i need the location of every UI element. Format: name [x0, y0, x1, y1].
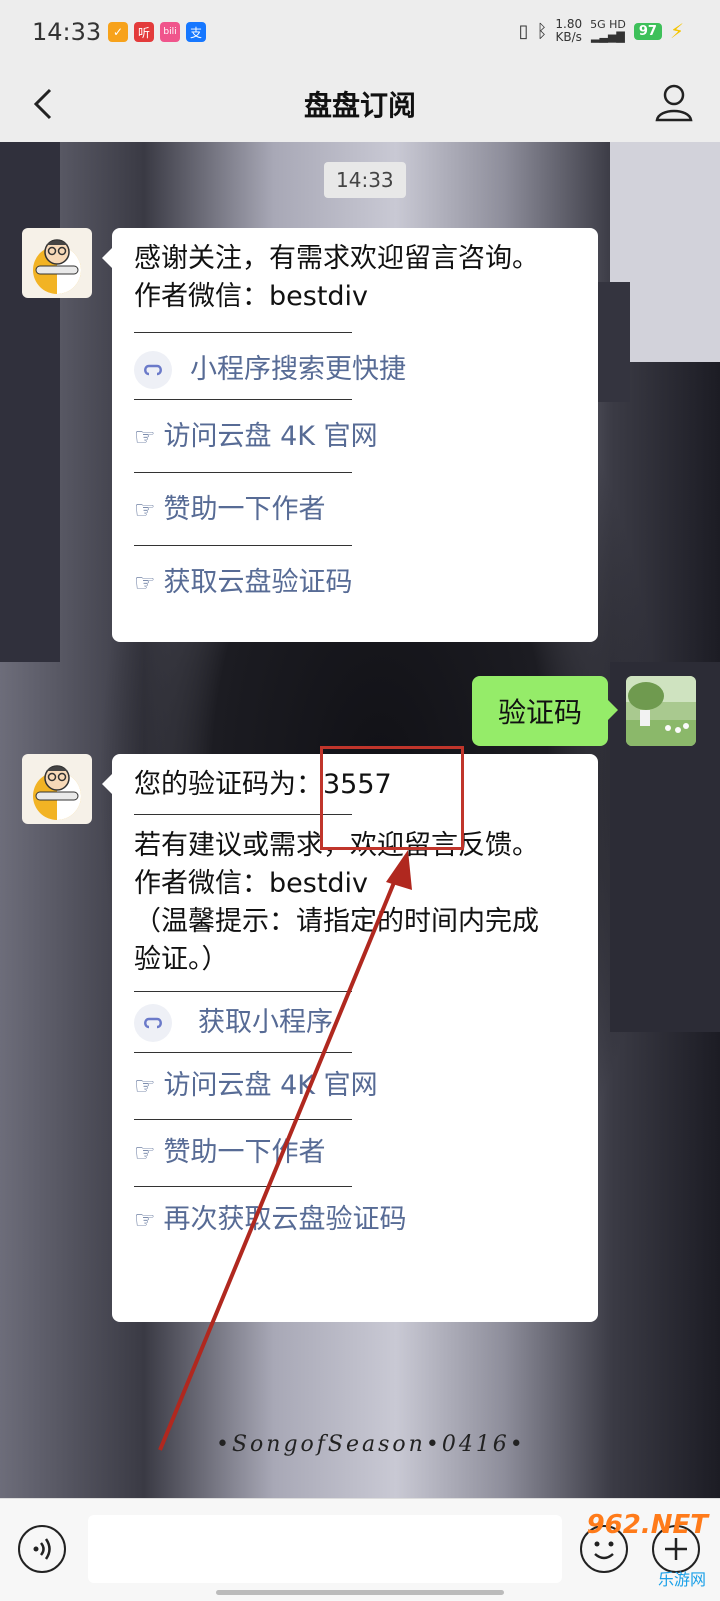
status-bar: 14:33 ✓ 听 bili 支 ▯ ᛒ 1.80 KB/s 5G HD ▂▃▅… — [0, 0, 720, 66]
bluetooth-icon: ᛒ — [536, 20, 548, 42]
network-type: 5G HD ▂▃▅▇ — [590, 19, 626, 43]
app-listen-icon: 听 — [134, 22, 154, 42]
page-title: 盘盘订阅 — [303, 89, 416, 122]
signal-icon: ▂▃▅▇ — [591, 30, 625, 43]
voice-button[interactable] — [18, 1525, 66, 1573]
vibrate-icon: ▯ — [518, 20, 529, 42]
network-speed: 1.80 KB/s — [555, 18, 582, 44]
message-input[interactable] — [88, 1515, 562, 1583]
battery-level: 97 — [633, 22, 662, 40]
site-watermark-name: 乐游网 — [657, 1570, 706, 1589]
background-caption: •SongofSeason•0416• — [216, 1432, 526, 1457]
charging-icon: ⚡ — [669, 19, 684, 43]
status-time: 14:33 — [32, 18, 102, 46]
home-indicator[interactable] — [216, 1590, 504, 1595]
voice-icon — [33, 1538, 51, 1560]
speed-unit: KB/s — [555, 30, 582, 44]
annotation-arrow — [158, 850, 412, 1451]
site-watermark-logo: 962.NET — [586, 1510, 708, 1540]
app-notify-icon: ✓ — [108, 22, 128, 42]
status-indicators: ▯ ᛒ 1.80 KB/s 5G HD ▂▃▅▇ 97 ⚡ — [519, 18, 684, 44]
profile-button[interactable] — [652, 80, 696, 124]
nav-bar: 盘盘订阅 — [0, 66, 720, 143]
status-app-icons: ✓ 听 bili 支 — [108, 22, 206, 42]
app-bili-icon: bili — [160, 22, 180, 42]
app-alipay-icon: 支 — [186, 22, 206, 42]
chat-area[interactable]: 14:33 感谢关注，有需求欢迎留言咨询。 作者微信：bestdiv 小程序搜索… — [0, 142, 720, 1498]
user-icon — [655, 84, 693, 122]
